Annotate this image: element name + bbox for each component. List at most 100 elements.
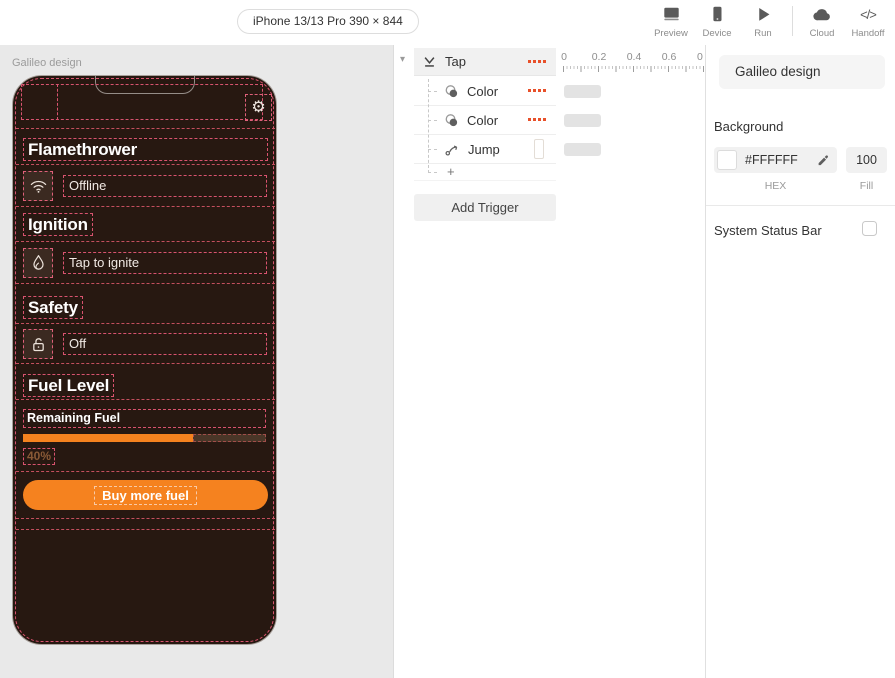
settings-gear-icon[interactable]: ⚙	[245, 94, 272, 121]
add-trigger-button[interactable]: Add Trigger	[414, 194, 556, 221]
wifi-status-box[interactable]	[23, 171, 53, 201]
run-button[interactable]: Run	[740, 4, 786, 39]
app-window: iPhone 13/13 Pro 390 × 844 Preview Devic…	[0, 0, 895, 678]
section-separator	[16, 283, 275, 284]
color-action-icon	[444, 84, 459, 99]
fuel-progress-bar[interactable]	[23, 434, 266, 442]
buy-more-fuel-button[interactable]: Buy more fuel	[23, 480, 268, 510]
inspector-divider	[706, 205, 895, 206]
fuel-progress-remainder	[193, 434, 266, 442]
ruler-tick-label: 0.2	[592, 51, 607, 63]
trigger-row-tap[interactable]: Tap	[414, 48, 556, 76]
safety-icon-box[interactable]	[23, 329, 53, 359]
statusbar-divider	[57, 84, 58, 120]
handoff-button[interactable]: </> Handoff	[845, 4, 891, 39]
section-separator	[16, 164, 275, 165]
timeline-panel: ▾ Tap Color Color Jump	[393, 45, 705, 678]
cloud-button[interactable]: Cloud	[799, 4, 845, 39]
ignite-icon-box[interactable]	[23, 248, 53, 278]
system-status-bar-label: System Status Bar	[714, 223, 822, 238]
preview-label: Preview	[654, 28, 688, 39]
action-label: Color	[467, 84, 498, 99]
phone-selection-outline	[15, 78, 274, 642]
layer-name-field[interactable]: Galileo design	[719, 55, 885, 89]
preview-monitor-icon	[662, 4, 681, 24]
safety-heading[interactable]: Safety	[23, 296, 83, 319]
curve-indicator-dashed[interactable]	[528, 60, 547, 63]
tap-gesture-icon	[422, 55, 437, 69]
timeline-duration-bar[interactable]	[564, 114, 601, 127]
timeline-duration-bar[interactable]	[564, 143, 601, 156]
device-label: Device	[702, 28, 731, 39]
section-separator	[16, 518, 275, 519]
toolbar-actions: Preview Device Run Cloud	[648, 4, 891, 44]
fill-caption: Fill	[846, 180, 887, 192]
tree-branch	[428, 172, 437, 173]
jump-action-icon	[444, 142, 460, 157]
flame-icon	[30, 254, 47, 272]
handoff-label: Handoff	[851, 28, 884, 39]
buy-more-fuel-label: Buy more fuel	[94, 486, 197, 505]
fuel-level-heading[interactable]: Fuel Level	[23, 374, 114, 397]
hex-caption: HEX	[714, 180, 837, 192]
ruler-tick-label: 0	[697, 51, 703, 63]
offline-status-field[interactable]: Offline	[63, 175, 267, 197]
background-section-label: Background	[714, 119, 783, 134]
code-handoff-icon: </>	[860, 7, 876, 22]
flamethrower-heading[interactable]: Flamethrower	[23, 138, 268, 161]
ruler-tick-label: 0.4	[627, 51, 642, 63]
tree-branch	[428, 149, 437, 150]
cloud-icon	[812, 4, 832, 24]
artboard-label[interactable]: Galileo design	[12, 57, 82, 69]
timeline-duration-bar[interactable]	[564, 85, 601, 98]
section-separator	[16, 399, 275, 400]
device-button[interactable]: Device	[694, 4, 740, 39]
section-separator	[16, 128, 275, 129]
fuel-progress-fill	[23, 434, 193, 442]
preview-button[interactable]: Preview	[648, 4, 694, 39]
ignite-action-field[interactable]: Tap to ignite	[63, 252, 267, 274]
timeline-ruler	[563, 66, 705, 72]
section-separator	[16, 323, 275, 324]
tree-branch	[428, 120, 437, 121]
lock-open-icon	[30, 336, 47, 353]
tree-connector-line	[428, 79, 429, 173]
wifi-icon	[29, 178, 48, 194]
phone-artboard[interactable]: ⚙ Flamethrower Offl	[12, 75, 277, 645]
device-selector-pill[interactable]: iPhone 13/13 Pro 390 × 844	[237, 9, 419, 34]
section-separator	[16, 241, 275, 242]
device-phone-icon	[708, 4, 726, 24]
toolbar: iPhone 13/13 Pro 390 × 844 Preview Devic…	[0, 0, 895, 45]
curve-indicator-dashed[interactable]	[528, 118, 547, 121]
remaining-fuel-label[interactable]: Remaining Fuel	[23, 409, 266, 428]
ruler-tick-label: 0.6	[662, 51, 677, 63]
run-label: Run	[754, 28, 771, 39]
fuel-percent-label[interactable]: 40%	[23, 448, 55, 465]
system-status-bar-checkbox[interactable]	[862, 221, 877, 236]
collapse-chevron-icon[interactable]: ▾	[400, 54, 405, 65]
ruler-tick-label: 0	[561, 51, 567, 63]
hex-color-field[interactable]: #FFFFFF	[714, 147, 837, 173]
color-action-icon	[444, 113, 459, 128]
inspector-panel: Galileo design Background #FFFFFF HEX 10…	[705, 45, 895, 678]
fill-value-field[interactable]: 100	[846, 147, 887, 173]
curve-indicator-rect[interactable]	[534, 139, 544, 159]
section-separator	[16, 206, 275, 207]
safety-value-field[interactable]: Off	[63, 333, 267, 355]
color-swatch[interactable]	[717, 150, 737, 170]
tree-branch	[428, 91, 437, 92]
toolbar-divider	[792, 6, 793, 36]
design-canvas: Galileo design ⚙ Flamethrower	[0, 45, 393, 678]
run-play-icon	[755, 4, 772, 24]
section-separator	[16, 363, 275, 364]
section-separator	[16, 471, 275, 472]
eyedropper-icon[interactable]	[816, 153, 830, 172]
trigger-label: Tap	[445, 54, 466, 69]
cloud-label: Cloud	[810, 28, 835, 39]
ignition-heading[interactable]: Ignition	[23, 213, 93, 236]
section-separator	[16, 529, 275, 530]
curve-indicator-dashed[interactable]	[528, 89, 547, 92]
action-label: Jump	[468, 142, 500, 157]
action-label: Color	[467, 113, 498, 128]
hex-value: #FFFFFF	[745, 147, 798, 173]
